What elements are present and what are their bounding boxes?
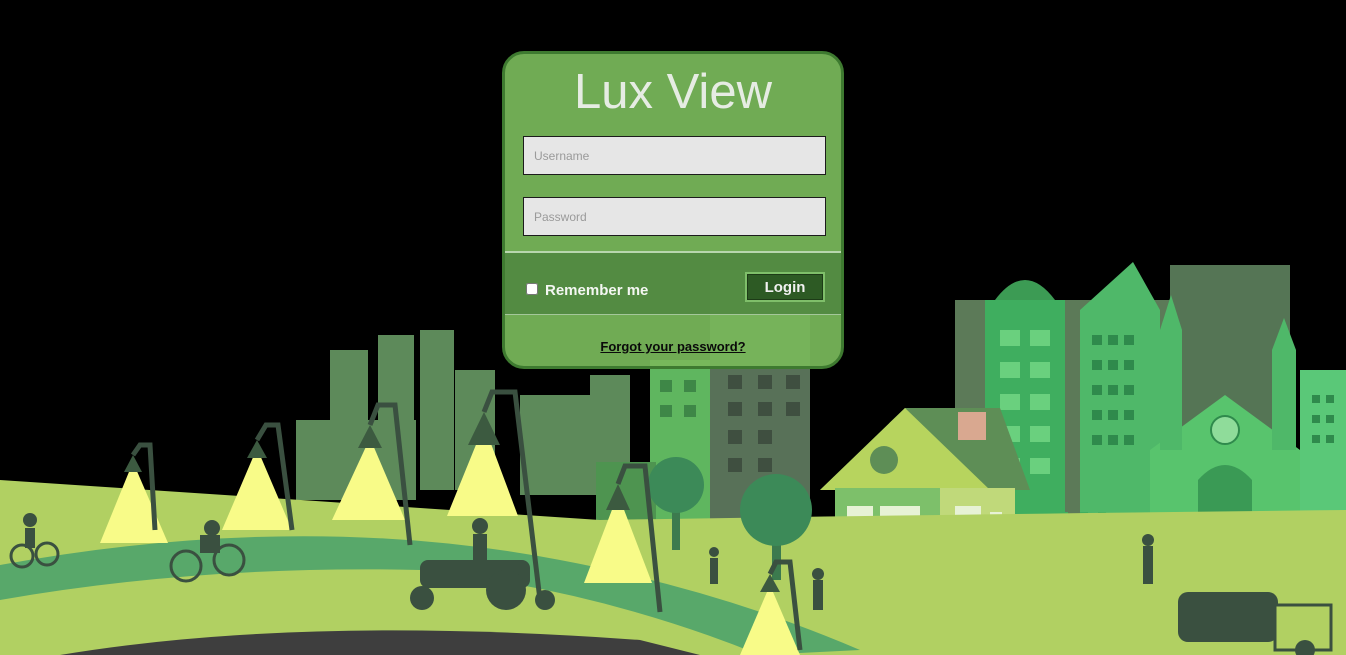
remember-me-label[interactable]: Remember me xyxy=(545,282,648,299)
forgot-password-link[interactable]: Forgot your password? xyxy=(505,339,841,354)
login-button[interactable]: Login xyxy=(745,272,825,302)
login-action-bar: Remember me Login xyxy=(505,251,841,315)
app-title: Lux View xyxy=(574,65,772,119)
remember-me-checkbox[interactable] xyxy=(526,283,538,295)
password-input[interactable] xyxy=(523,197,826,236)
login-panel: Lux View Remember me Login Forgot your p… xyxy=(502,51,844,369)
username-input[interactable] xyxy=(523,136,826,175)
